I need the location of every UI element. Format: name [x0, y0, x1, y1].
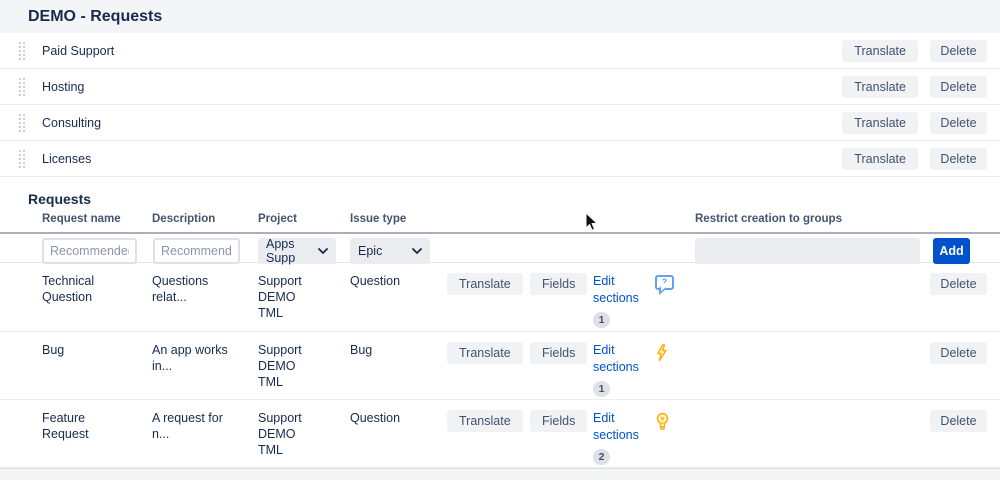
drag-handle-icon[interactable] [18, 76, 26, 98]
delete-button[interactable]: Delete [930, 76, 987, 98]
translate-button[interactable]: Translate [842, 40, 918, 62]
request-type-label: Consulting [42, 116, 101, 130]
delete-button[interactable]: Delete [930, 342, 987, 364]
edit-sections-link[interactable]: Edit sections [593, 273, 645, 307]
edit-sections-link[interactable]: Edit sections [593, 342, 645, 376]
request-type-row: Consulting Translate Delete [0, 105, 1000, 141]
col-header-project: Project [258, 213, 297, 225]
request-row: Feature Request A request for n... Suppo… [0, 400, 1000, 468]
translate-button[interactable]: Translate [842, 112, 918, 134]
request-type-row: Hosting Translate Delete [0, 69, 1000, 105]
translate-button[interactable]: Translate [842, 76, 918, 98]
restrict-groups-input[interactable] [695, 238, 920, 264]
issue-type-select[interactable]: Epic [350, 238, 430, 264]
request-type-label: Hosting [42, 80, 84, 94]
issue-type-select-value: Epic [358, 244, 382, 258]
request-type-label: Licenses [42, 152, 91, 166]
issue-type-cell: Bug [350, 342, 447, 358]
col-header-issue-type: Issue type [350, 213, 406, 225]
translate-button[interactable]: Translate [447, 342, 523, 364]
page-title: DEMO - Requests [28, 8, 162, 26]
request-row: Technical Question Questions relat... Su… [0, 263, 1000, 331]
drag-handle-icon[interactable] [18, 40, 26, 62]
delete-button[interactable]: Delete [930, 410, 987, 432]
translate-button[interactable]: Translate [842, 148, 918, 170]
description-cell: A request for n... [152, 410, 258, 442]
request-name-cell: Bug [42, 342, 152, 358]
chevron-down-icon [412, 248, 422, 254]
translate-button[interactable]: Translate [447, 410, 523, 432]
request-name-cell: Technical Question [42, 273, 152, 305]
requests-section-title: Requests [28, 191, 1000, 207]
col-header-request-name: Request name [42, 213, 121, 225]
request-name-input[interactable] [42, 238, 137, 264]
table-header-row: Request name Description Project Issue t… [0, 207, 1000, 234]
request-type-row: Paid Support Translate Delete [0, 33, 1000, 69]
sections-count-badge: 2 [593, 449, 610, 465]
lightning-icon [655, 344, 668, 362]
drag-handle-icon[interactable] [18, 148, 26, 170]
delete-button[interactable]: Delete [930, 148, 987, 170]
page-header: DEMO - Requests [0, 0, 1000, 33]
add-button[interactable]: Add [933, 238, 970, 264]
fields-button[interactable]: Fields [530, 342, 587, 364]
request-row: Bug An app works in... Support DEMO TML … [0, 332, 1000, 400]
lightbulb-icon [655, 412, 670, 431]
col-header-restrict-groups: Restrict creation to groups [695, 213, 842, 225]
col-header-description: Description [152, 213, 215, 225]
app-window: DEMO - Requests Paid Support Translate D… [0, 0, 1000, 480]
project-cell: Support DEMO TML [258, 410, 350, 458]
project-cell: Support DEMO TML [258, 273, 350, 321]
delete-button[interactable]: Delete [930, 40, 987, 62]
drag-handle-icon[interactable] [18, 112, 26, 134]
fields-button[interactable]: Fields [530, 410, 587, 432]
description-input[interactable] [153, 238, 240, 264]
sections-count-badge: 1 [593, 381, 610, 397]
issue-type-cell: Question [350, 273, 447, 289]
translate-button[interactable]: Translate [447, 273, 523, 295]
fields-button[interactable]: Fields [530, 273, 587, 295]
add-request-row: Apps Supp Epic Add [0, 234, 1000, 263]
request-type-label: Paid Support [42, 44, 114, 58]
question-bubble-icon: ? [655, 275, 674, 290]
edit-sections-link[interactable]: Edit sections [593, 410, 645, 444]
footer-band [0, 468, 1000, 480]
request-name-cell: Feature Request [42, 410, 152, 442]
request-type-row: Licenses Translate Delete [0, 141, 1000, 177]
delete-button[interactable]: Delete [930, 273, 987, 295]
sections-count-badge: 1 [593, 312, 610, 328]
project-select-value: Apps Supp [266, 237, 314, 265]
chevron-down-icon [318, 248, 328, 254]
description-cell: Questions relat... [152, 273, 258, 305]
project-select[interactable]: Apps Supp [258, 238, 336, 264]
description-cell: An app works in... [152, 342, 258, 374]
issue-type-cell: Question [350, 410, 447, 426]
delete-button[interactable]: Delete [930, 112, 987, 134]
project-cell: Support DEMO TML [258, 342, 350, 390]
